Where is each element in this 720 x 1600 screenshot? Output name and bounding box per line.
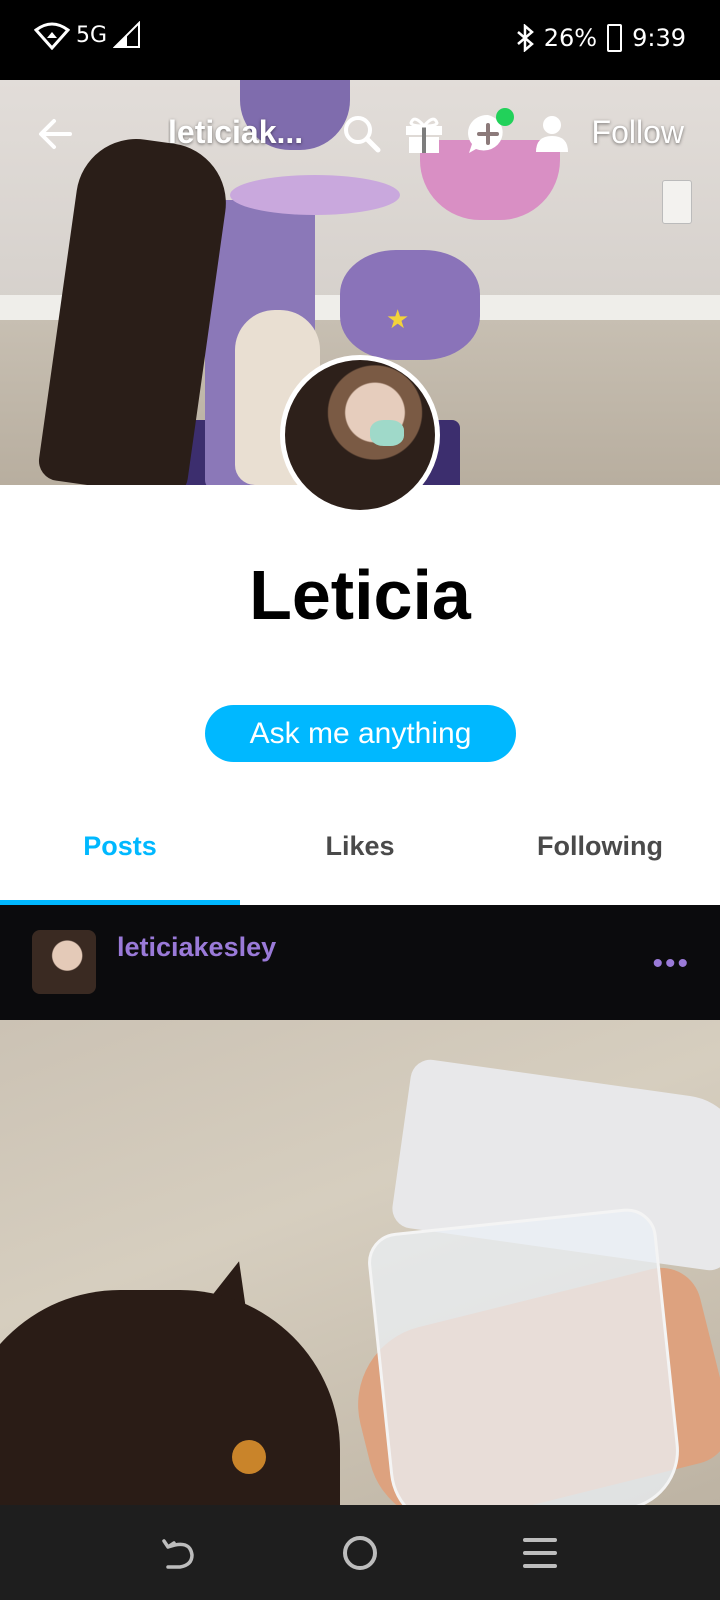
post-header: leticiakesley ••• — [0, 905, 720, 1020]
status-right: 26% 9:39 — [516, 24, 686, 52]
cellular-signal-icon — [113, 21, 141, 48]
more-options-icon[interactable]: ••• — [652, 947, 690, 981]
clock: 9:39 — [632, 24, 686, 52]
blog-title[interactable]: leticiak... — [168, 114, 328, 151]
tab-likes[interactable]: Likes — [240, 805, 480, 905]
tab-following[interactable]: Following — [480, 805, 720, 905]
avatar-image — [285, 360, 435, 510]
person-icon[interactable] — [530, 112, 574, 156]
bluetooth-icon — [516, 24, 534, 52]
tab-posts[interactable]: Posts — [0, 805, 240, 905]
status-bar: 5G 26% 9:39 — [0, 0, 720, 80]
wifi-icon — [34, 22, 70, 50]
system-nav-bar — [0, 1505, 720, 1600]
network-type: 5G — [76, 22, 108, 48]
top-nav: leticiak... Follow — [0, 100, 720, 172]
avatar[interactable] — [280, 355, 440, 515]
profile-name: Leticia — [249, 556, 471, 634]
notification-dot — [496, 108, 514, 126]
post-image[interactable] — [0, 1020, 720, 1505]
gift-icon[interactable] — [402, 112, 446, 156]
post-author-avatar[interactable] — [32, 930, 96, 994]
battery-percent: 26% — [543, 24, 598, 52]
battery-icon — [607, 24, 623, 52]
menu-lines-icon[interactable] — [520, 1533, 560, 1573]
profile-section: Leticia Ask me anything Posts Likes Foll… — [0, 485, 720, 905]
back-gesture-icon[interactable] — [160, 1533, 200, 1573]
home-circle-icon[interactable] — [340, 1533, 380, 1573]
search-icon[interactable] — [340, 112, 384, 156]
follow-button[interactable]: Follow — [592, 114, 684, 151]
status-left: 5G — [34, 20, 141, 50]
profile-tabs: Posts Likes Following — [0, 805, 720, 905]
post-username[interactable]: leticiakesley — [117, 932, 276, 963]
back-arrow-icon[interactable] — [34, 112, 78, 156]
ask-me-anything-button[interactable]: Ask me anything — [205, 705, 516, 762]
